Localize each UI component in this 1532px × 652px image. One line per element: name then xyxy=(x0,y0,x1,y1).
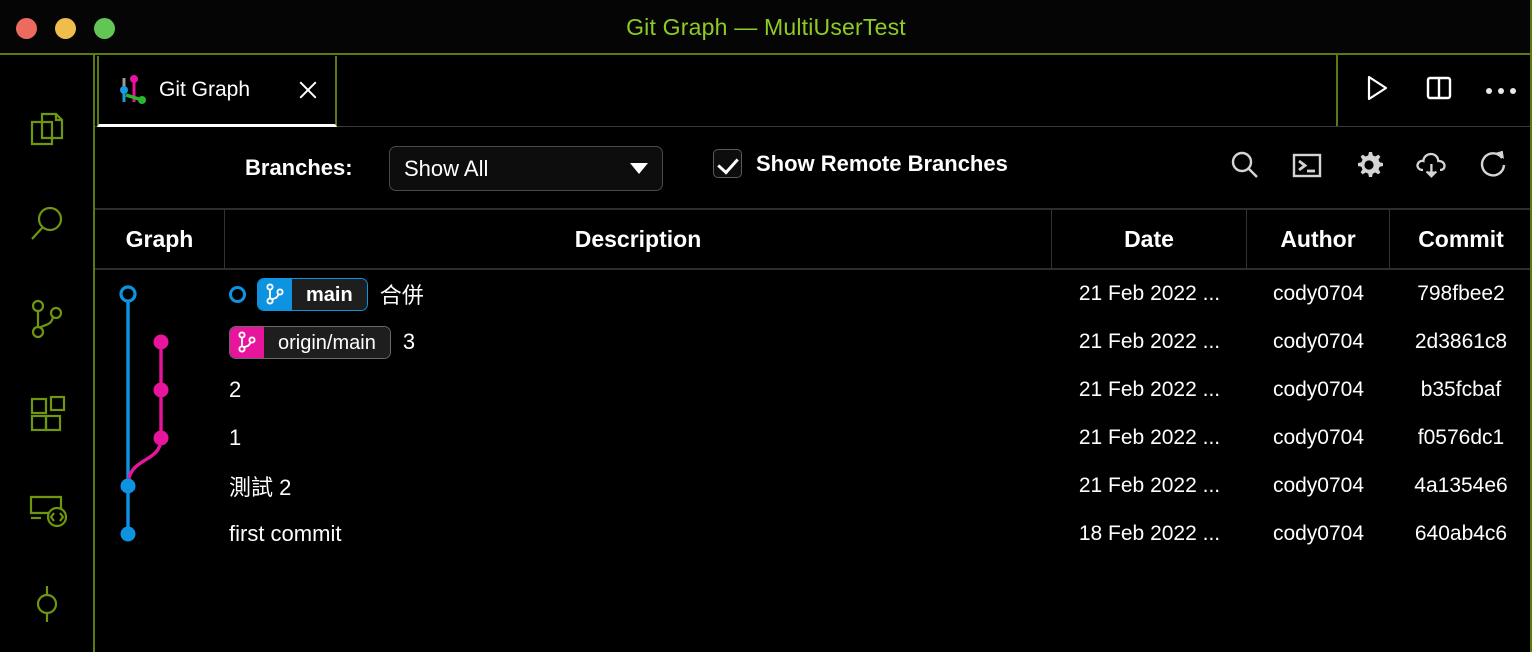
tab-bar-actions xyxy=(1336,55,1518,126)
show-remote-branches-checkbox[interactable]: Show Remote Branches xyxy=(713,149,1008,178)
commit-author: cody0704 xyxy=(1272,426,1365,449)
branch-filter-select[interactable]: Show All xyxy=(389,146,663,191)
chevron-down-icon xyxy=(630,163,648,174)
play-icon xyxy=(1364,74,1390,107)
source-control-icon xyxy=(25,297,69,341)
sidebar-item-search[interactable] xyxy=(0,176,94,271)
tab-git-graph[interactable]: Git Graph xyxy=(97,56,337,127)
sidebar-item-source-control[interactable] xyxy=(0,271,94,366)
tab-bar: Git Graph xyxy=(95,55,1532,127)
commit-author: cody0704 xyxy=(1272,282,1365,305)
more-actions-button[interactable] xyxy=(1484,74,1518,108)
table-row[interactable]: first commit 18 Feb 2022 ... cody0704 640ab… xyxy=(95,510,1532,558)
branches-label: Branches: xyxy=(245,154,353,180)
commit-hash: 798fbee2 xyxy=(1417,282,1505,305)
refresh-button[interactable] xyxy=(1474,149,1512,187)
git-graph-toolbar: Branches: Show All Show Remote Branches xyxy=(95,127,1532,208)
window-title: Git Graph — MultiUserTest xyxy=(626,14,906,40)
column-header-graph[interactable]: Graph xyxy=(95,210,225,268)
commit-author: cody0704 xyxy=(1272,378,1365,401)
branch-icon xyxy=(230,326,264,358)
commit-date: 21 Feb 2022 ... xyxy=(1078,474,1221,497)
commit-description-cell: 1 xyxy=(225,414,1052,462)
activity-bar xyxy=(0,55,95,652)
tab-label: Git Graph xyxy=(159,78,251,101)
commit-author: cody0704 xyxy=(1272,330,1365,353)
git-graph-actions xyxy=(1226,127,1512,208)
commit-message: 2 xyxy=(229,377,242,402)
run-button[interactable] xyxy=(1360,74,1394,108)
search-icon xyxy=(1229,149,1261,186)
table-row[interactable]: origin/main 3 21 Feb 2022 ... cody0704 2d386… xyxy=(95,318,1532,366)
branch-ref-badge[interactable]: origin/main xyxy=(229,325,391,359)
commit-description-cell: origin/main 3 xyxy=(225,318,1052,366)
terminal-button[interactable] xyxy=(1288,149,1326,187)
branch-filter-value: Show All xyxy=(404,155,489,181)
table-row[interactable]: main 合併 21 Feb 2022 ... cody0704 798fbee2 xyxy=(95,270,1532,318)
commit-date: 18 Feb 2022 ... xyxy=(1078,522,1221,545)
checkbox-checked-icon xyxy=(713,149,742,178)
split-editor-button[interactable] xyxy=(1422,74,1456,108)
terminal-icon xyxy=(1291,149,1323,186)
extensions-icon xyxy=(25,392,69,436)
settings-button[interactable] xyxy=(1350,149,1388,187)
title-bar: Git Graph — MultiUserTest xyxy=(0,0,1532,55)
ellipsis-icon xyxy=(1486,87,1516,94)
branch-ref-label: main xyxy=(292,278,367,310)
commit-message: 測試 2 xyxy=(229,475,292,500)
sidebar-item-explorer[interactable] xyxy=(0,81,94,176)
fetch-button[interactable] xyxy=(1412,149,1450,187)
commit-date: 21 Feb 2022 ... xyxy=(1078,426,1221,449)
commit-hash: b35fcbaf xyxy=(1420,378,1502,401)
commit-hash: 640ab4c6 xyxy=(1414,522,1508,545)
commit-date: 21 Feb 2022 ... xyxy=(1078,330,1221,353)
git-commit-icon xyxy=(25,582,69,626)
table-row[interactable]: 1 21 Feb 2022 ... cody0704 f0576dc1 xyxy=(95,414,1532,462)
commit-description-cell: first commit xyxy=(225,510,1052,558)
commit-date: 21 Feb 2022 ... xyxy=(1078,282,1221,305)
column-header-commit[interactable]: Commit xyxy=(1390,210,1532,268)
split-editor-icon xyxy=(1425,74,1453,107)
commit-table: Graph Description Date Author Commit mai… xyxy=(95,208,1532,652)
commit-rows: main 合併 21 Feb 2022 ... cody0704 798fbee2 ori… xyxy=(95,270,1532,652)
search-button[interactable] xyxy=(1226,149,1264,187)
commit-message: first commit xyxy=(229,521,342,546)
git-graph-window: Git Graph — MultiUserTest Git Graph Bran… xyxy=(0,0,1532,652)
commit-message: 3 xyxy=(402,329,416,354)
branch-ref-badge[interactable]: main xyxy=(257,277,368,311)
table-row[interactable]: 測試 2 21 Feb 2022 ... cody0704 4a1354e6 xyxy=(95,462,1532,510)
git-graph-icon xyxy=(119,75,147,105)
show-remote-branches-label: Show Remote Branches xyxy=(756,150,1008,176)
commit-author: cody0704 xyxy=(1272,522,1365,545)
files-icon xyxy=(25,107,69,151)
commit-hash: 4a1354e6 xyxy=(1414,474,1508,497)
commit-hash: 2d3861c8 xyxy=(1414,330,1508,353)
table-header-row: Graph Description Date Author Commit xyxy=(95,210,1532,270)
column-header-author[interactable]: Author xyxy=(1247,210,1390,268)
commit-hash: f0576dc1 xyxy=(1417,426,1505,449)
column-header-description[interactable]: Description xyxy=(225,210,1052,268)
search-icon xyxy=(25,202,69,246)
commit-description-cell: 2 xyxy=(225,366,1052,414)
sidebar-item-remote-explorer[interactable] xyxy=(0,462,94,557)
commit-description-cell: 測試 2 xyxy=(225,462,1052,510)
sidebar-item-extensions[interactable] xyxy=(0,367,94,462)
commit-message: 1 xyxy=(229,425,242,450)
commit-author: cody0704 xyxy=(1272,474,1365,497)
gear-icon xyxy=(1353,149,1385,186)
table-row[interactable]: 2 21 Feb 2022 ... cody0704 b35fcbaf xyxy=(95,366,1532,414)
sidebar-item-git-graph[interactable] xyxy=(0,557,94,652)
commit-description-cell: main 合併 xyxy=(225,270,1052,318)
branch-ref-label: origin/main xyxy=(264,326,390,358)
column-header-date[interactable]: Date xyxy=(1052,210,1247,268)
commit-message: 合併 xyxy=(379,283,424,308)
head-marker-icon xyxy=(229,285,246,303)
refresh-icon xyxy=(1477,149,1509,186)
close-icon[interactable] xyxy=(295,77,321,103)
commit-date: 21 Feb 2022 ... xyxy=(1078,378,1221,401)
branch-icon xyxy=(258,278,292,310)
cloud-download-icon xyxy=(1414,149,1448,186)
remote-explorer-icon xyxy=(25,487,69,531)
